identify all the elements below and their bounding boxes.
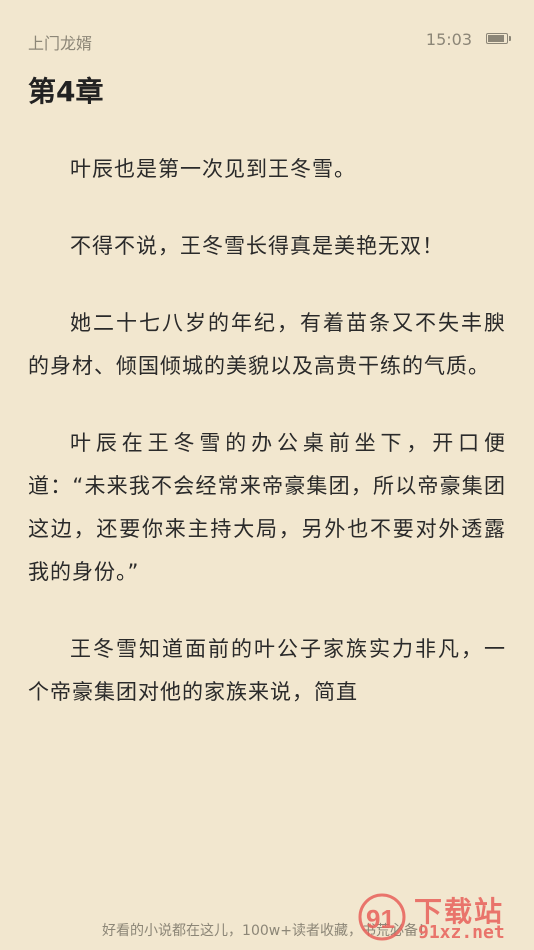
watermark-domain: 91xz.net: [418, 922, 505, 943]
watermark-91-icon: 91: [358, 893, 406, 941]
watermark-logo: 91 下载站 91xz.net: [358, 888, 526, 944]
paragraph: 叶辰在王冬雪的办公桌前坐下，开口便道：“未来我不会经常来帝豪集团，所以帝豪集团这…: [28, 431, 506, 584]
status-bar: 上门龙婿 15:03: [0, 0, 534, 80]
battery-icon: [486, 33, 511, 44]
paragraph: 王冬雪知道面前的叶公子家族实力非凡，一个帝豪集团对他的家族来说，简直: [28, 637, 506, 704]
watermark-logo-text: 91: [366, 904, 395, 934]
paragraph: 她二十七八岁的年纪，有着苗条又不失丰腴的身材、倾国倾城的美貌以及高贵干练的气质。: [28, 311, 506, 378]
clock: 15:03: [425, 30, 472, 49]
book-name: 上门龙婿: [28, 34, 93, 53]
paragraph: 叶辰也是第一次见到王冬雪。: [70, 157, 356, 181]
chapter-title: 第4章: [28, 75, 104, 108]
paragraph: 不得不说，王冬雪长得真是美艳无双！: [70, 234, 444, 258]
reading-content[interactable]: 叶辰也是第一次见到王冬雪。 不得不说，王冬雪长得真是美艳无双！ 她二十七八岁的年…: [28, 148, 506, 748]
